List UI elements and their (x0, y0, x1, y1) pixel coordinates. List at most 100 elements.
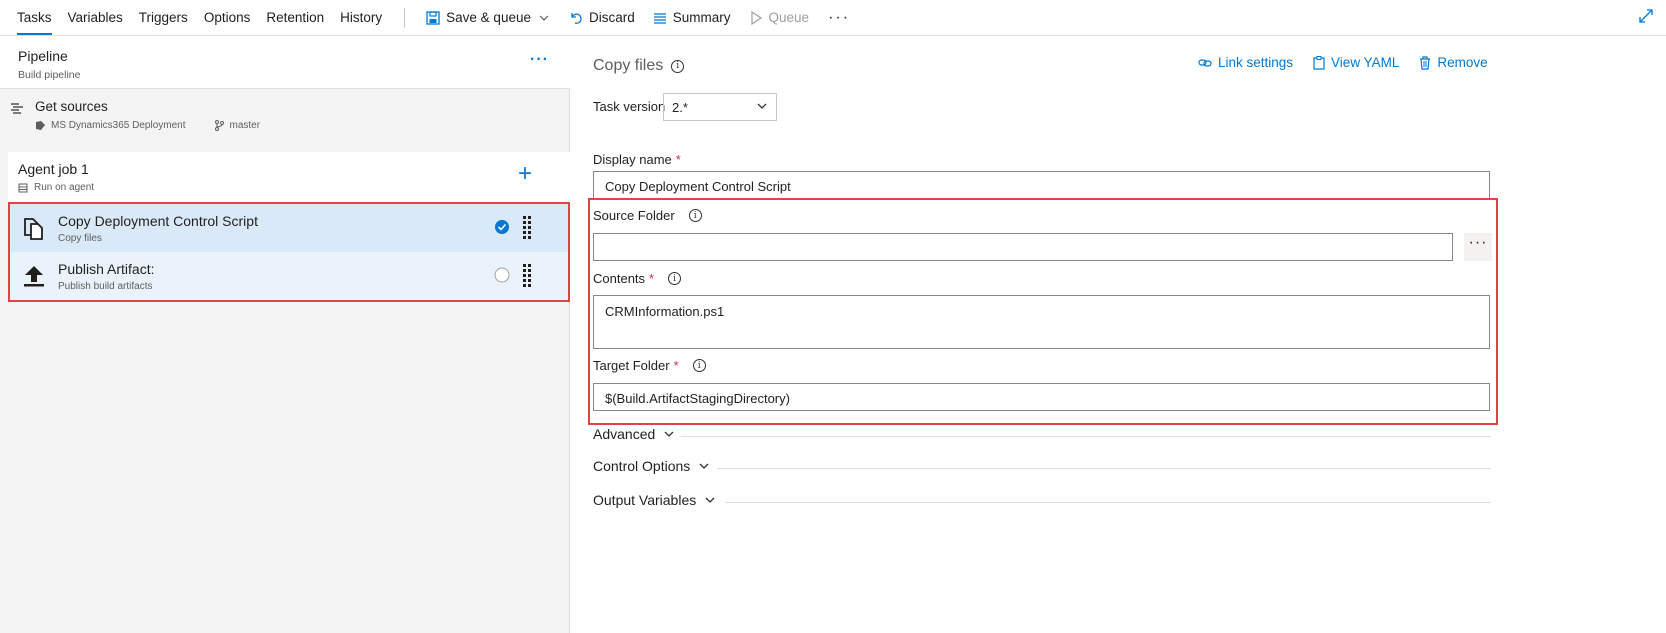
trash-icon (1420, 55, 1431, 70)
source-folder-label: Source Folder i (593, 208, 702, 223)
required-mark: * (675, 152, 681, 167)
tab-options[interactable]: Options (196, 0, 259, 36)
toolbar-divider (404, 7, 406, 28)
get-sources-title: Get sources (35, 99, 108, 114)
link-settings-button[interactable]: Link settings (1198, 55, 1293, 70)
section-output-variables[interactable]: Output Variables (593, 492, 1491, 508)
required-mark: * (673, 358, 679, 373)
remove-button[interactable]: Remove (1419, 55, 1488, 70)
summary-button[interactable]: Summary (644, 0, 740, 36)
section-control-options[interactable]: Control Options (593, 458, 1491, 474)
agent-job-subtitle: Run on agent (34, 182, 95, 193)
contents-textarea[interactable]: CRMInformation.ps1 (593, 295, 1490, 349)
link-settings-label: Link settings (1218, 55, 1294, 70)
task-version-select[interactable]: 2.* (663, 93, 777, 121)
info-icon[interactable]: i (692, 359, 706, 372)
tab-variables-label: Variables (67, 10, 123, 25)
list-icon (653, 12, 666, 24)
agent-job-title: Agent job 1 (18, 161, 89, 177)
upload-icon (24, 266, 44, 287)
agent-job[interactable]: Agent job 1 Run on agent + (8, 152, 570, 202)
tab-tasks[interactable]: Tasks (9, 0, 60, 36)
empty-circle-icon[interactable] (494, 267, 510, 283)
pipeline-more-button[interactable]: ··· (530, 51, 549, 69)
chevron-down-icon (699, 463, 709, 469)
repo-icon (36, 121, 45, 130)
pipeline-subtitle: Build pipeline (18, 69, 81, 81)
task-detail-panel: Copy files i Link settings View YAML Rem… (571, 37, 1666, 633)
info-icon[interactable]: i (668, 272, 682, 285)
task-subtitle: Copy files (58, 233, 102, 244)
target-folder-label-text: Target Folder (593, 358, 670, 373)
tab-triggers[interactable]: Triggers (131, 0, 196, 36)
agent-job-details: Run on agent (18, 182, 94, 193)
view-yaml-label: View YAML (1331, 55, 1400, 70)
task-list-panel: Pipeline Build pipeline ··· Get sources … (0, 37, 570, 633)
add-task-button[interactable]: + (518, 160, 532, 188)
task-detail-title: Copy files (593, 57, 664, 74)
pipeline-title: Pipeline (18, 48, 68, 64)
chevron-down-icon (757, 103, 767, 109)
chevron-down-icon (705, 497, 715, 503)
more-actions-button[interactable]: ··· (818, 9, 860, 27)
discard-button[interactable]: Discard (560, 0, 644, 36)
task-version-label-text: Task version (593, 99, 666, 114)
queue-button[interactable]: Queue (740, 0, 819, 36)
tab-history[interactable]: History (332, 0, 390, 36)
remove-label: Remove (1437, 55, 1488, 70)
tab-history-label: History (340, 10, 383, 25)
task-title: Copy Deployment Control Script (58, 213, 258, 229)
discard-label: Discard (588, 10, 635, 25)
task-detail-actions: Link settings View YAML Remove (1198, 55, 1488, 70)
contents-label: Contents * i (593, 271, 682, 286)
task-subtitle: Publish build artifacts (58, 281, 153, 292)
drag-handle-icon[interactable] (523, 216, 531, 240)
check-circle-icon[interactable] (494, 219, 510, 235)
section-advanced[interactable]: Advanced (593, 426, 1491, 442)
sources-icon (11, 103, 23, 114)
link-icon (1198, 58, 1212, 67)
save-queue-button[interactable]: Save & queue (417, 0, 560, 36)
view-yaml-button[interactable]: View YAML (1313, 55, 1399, 70)
display-name-label: Display name * (593, 152, 681, 167)
tab-variables[interactable]: Variables (60, 0, 131, 36)
task-publish-artifact[interactable]: Publish Artifact: Publish build artifact… (10, 252, 568, 300)
task-title: Publish Artifact: (58, 261, 155, 277)
required-mark: * (649, 271, 655, 286)
task-copy-deployment-control-script[interactable]: Copy Deployment Control Script Copy file… (10, 204, 568, 252)
tab-retention-label: Retention (266, 10, 325, 25)
info-icon[interactable]: i (688, 209, 702, 222)
display-name-label-text: Display name (593, 152, 672, 167)
expand-icon[interactable] (1638, 8, 1654, 24)
queue-label: Queue (768, 10, 810, 25)
summary-label: Summary (672, 10, 731, 25)
section-control-options-label: Control Options (593, 458, 691, 474)
server-icon (18, 183, 28, 192)
target-folder-input[interactable]: $(Build.ArtifactStagingDirectory) (593, 383, 1490, 411)
contents-label-text: Contents (593, 271, 646, 286)
browse-button[interactable]: ··· (1464, 233, 1492, 261)
branch-info: master (214, 120, 260, 131)
section-divider (725, 502, 1491, 503)
play-icon (750, 10, 762, 25)
drag-handle-icon[interactable] (523, 264, 531, 288)
repo-info: MS Dynamics365 Deployment (35, 120, 186, 131)
info-icon[interactable]: i (671, 59, 685, 73)
chevron-down-icon[interactable] (537, 11, 551, 25)
section-divider (681, 436, 1491, 437)
tab-retention[interactable]: Retention (258, 0, 332, 36)
clipboard-icon (1313, 55, 1325, 70)
display-name-input[interactable]: Copy Deployment Control Script (593, 171, 1490, 199)
source-folder-label-text: Source Folder (593, 208, 675, 223)
pipeline-header[interactable]: Pipeline Build pipeline ··· (0, 37, 570, 89)
get-sources-item[interactable]: Get sources MS Dynamics365 Deployment ma… (0, 90, 570, 136)
repo-name: MS Dynamics365 Deployment (51, 120, 186, 131)
copy-files-icon (24, 218, 43, 240)
save-icon (426, 10, 440, 25)
undo-icon (571, 12, 582, 24)
source-folder-input[interactable] (593, 233, 1453, 261)
task-version-value: 2.* (672, 100, 688, 115)
section-advanced-label: Advanced (593, 426, 656, 442)
tasks-highlight: Copy Deployment Control Script Copy file… (8, 202, 570, 302)
get-sources-details: MS Dynamics365 Deployment master (35, 120, 260, 131)
